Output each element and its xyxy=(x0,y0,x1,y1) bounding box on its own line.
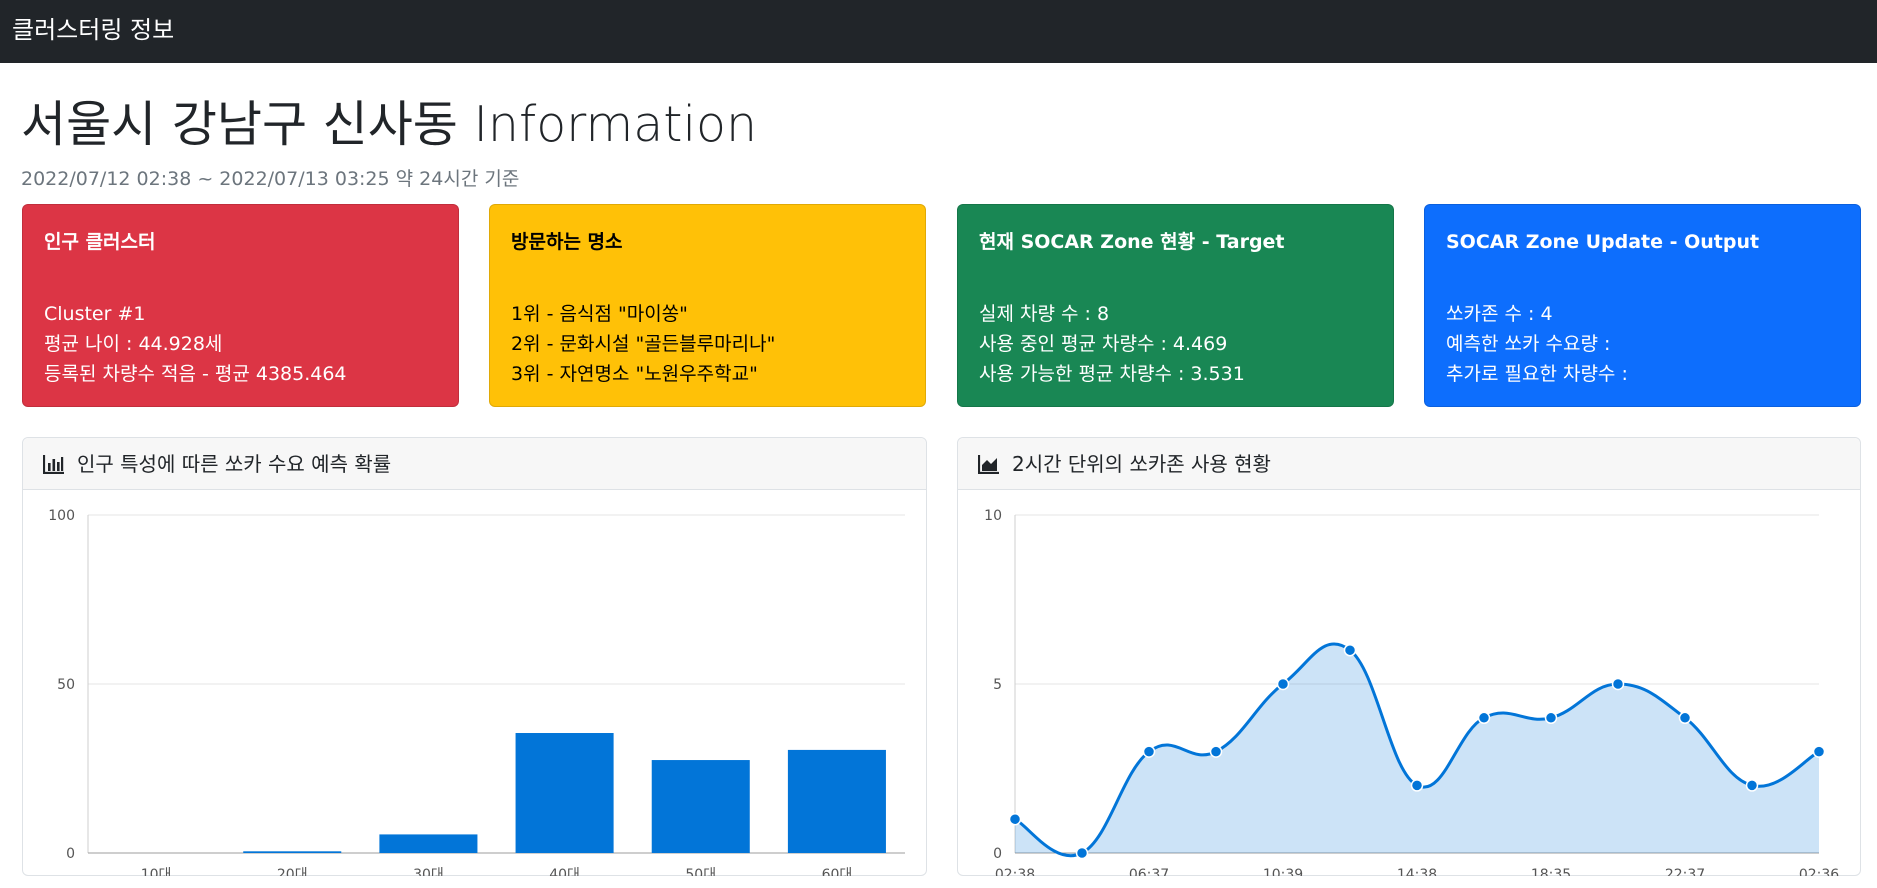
card-title: 현재 SOCAR Zone 현황 - Target xyxy=(979,231,1285,253)
x-tick-label: 20대 xyxy=(277,867,308,876)
age-demand-bar-chart: 0 50 100 10대 20대 30대 40대 50대 60대 xyxy=(48,508,905,876)
card-line: 쏘카존 수 : 4 xyxy=(1446,303,1553,325)
zone-usage-area-chart: 0 5 10 02:38 06:37 10:39 14:38 18:35 22:37 02:36 xyxy=(984,508,1839,876)
x-tick-label: 06:37 xyxy=(1129,867,1169,876)
time-range-subtitle: 2022/07/12 02:38 ~ 2022/07/13 03:25 약 24… xyxy=(21,168,520,190)
card-line: 예측한 쏘카 수요량 : xyxy=(1446,333,1611,355)
socar-zone-target-card: 현재 SOCAR Zone 현황 - Target 실제 차량 수 : 8 사용… xyxy=(957,204,1394,407)
visited-places-card: 방문하는 명소 1위 - 음식점 "마이쏭" 2위 - 문화시설 "골든블루마리… xyxy=(489,204,926,407)
y-tick-label: 10 xyxy=(984,508,1002,524)
data-point xyxy=(1678,711,1692,725)
x-tick-label: 02:38 xyxy=(995,867,1035,876)
bar xyxy=(379,834,478,853)
area-fill xyxy=(1015,643,1819,856)
card-body: 실제 차량 수 : 8 사용 중인 평균 차량수 : 4.469 사용 가능한 … xyxy=(979,299,1245,389)
socar-zone-output-card: SOCAR Zone Update - Output 쏘카존 수 : 4 예측한… xyxy=(1424,204,1861,407)
x-tick-label: 18:35 xyxy=(1531,867,1571,876)
card-line: 실제 차량 수 : 8 xyxy=(979,303,1110,325)
data-point xyxy=(1410,779,1424,792)
data-point xyxy=(1075,846,1089,860)
zone-usage-panel: 2시간 단위의 쏘카존 사용 현황 0 5 10 02:38 06:37 10:39 14:… xyxy=(957,437,1861,876)
bar xyxy=(243,851,342,853)
x-tick-label: 10:39 xyxy=(1263,867,1303,876)
card-line: 평균 나이 : 44.928세 xyxy=(44,333,223,355)
card-line: 추가로 필요한 차량수 : xyxy=(1446,363,1628,385)
card-line: 사용 중인 평균 차량수 : 4.469 xyxy=(979,333,1228,355)
y-tick-label: 5 xyxy=(993,677,1002,693)
x-tick-label: 10대 xyxy=(141,867,172,876)
panel-title: 인구 특성에 따른 쏘카 수요 예측 확률 xyxy=(77,452,392,476)
card-line: 2위 - 문화시설 "골든블루마리나" xyxy=(511,333,776,355)
data-point xyxy=(1276,677,1290,691)
data-point xyxy=(1745,779,1759,792)
x-tick-label: 02:36 xyxy=(1799,867,1839,876)
bar xyxy=(787,749,886,853)
y-tick-label: 0 xyxy=(66,846,75,862)
bar xyxy=(651,760,750,853)
card-body: 쏘카존 수 : 4 예측한 쏘카 수요량 : 추가로 필요한 차량수 : xyxy=(1446,299,1628,389)
panel-header: 2시간 단위의 쏘카존 사용 현황 xyxy=(958,438,1860,490)
data-point xyxy=(1343,643,1357,657)
data-point xyxy=(1209,745,1223,758)
card-body: Cluster #1 평균 나이 : 44.928세 등록된 차량수 적음 - … xyxy=(44,299,347,389)
card-line: 1위 - 음식점 "마이쏭" xyxy=(511,303,688,325)
demand-probability-panel: 인구 특성에 따른 쏘카 수요 예측 확률 0 50 100 10대 20대 30대 40대… xyxy=(22,437,927,876)
data-point xyxy=(1142,745,1156,758)
bar xyxy=(515,733,614,853)
x-tick-label: 30대 xyxy=(413,867,444,876)
population-cluster-card: 인구 클러스터 Cluster #1 평균 나이 : 44.928세 등록된 차… xyxy=(22,204,459,407)
card-title: 인구 클러스터 xyxy=(44,231,156,253)
top-navbar: 클러스터링 정보 xyxy=(0,0,1877,63)
card-title: SOCAR Zone Update - Output xyxy=(1446,231,1760,253)
data-point xyxy=(1544,711,1558,725)
x-tick-label: 22:37 xyxy=(1665,867,1705,876)
x-tick-label: 50대 xyxy=(685,867,716,876)
data-point xyxy=(1812,745,1826,758)
card-title: 방문하는 명소 xyxy=(511,231,623,253)
bar-chart-icon xyxy=(43,455,64,474)
y-tick-label: 100 xyxy=(48,508,75,524)
card-line: 등록된 차량수 적음 - 평균 4385.464 xyxy=(44,363,347,385)
card-body: 1위 - 음식점 "마이쏭" 2위 - 문화시설 "골든블루마리나" 3위 - … xyxy=(511,299,775,389)
card-line: 사용 가능한 평균 차량수 : 3.531 xyxy=(979,363,1245,385)
data-point xyxy=(1477,711,1491,725)
navbar-brand[interactable]: 클러스터링 정보 xyxy=(12,14,174,46)
panel-header: 인구 특성에 따른 쏘카 수요 예측 확률 xyxy=(23,438,926,490)
x-tick-label: 60대 xyxy=(822,867,853,876)
card-line: 3위 - 자연명소 "노원우주학교" xyxy=(511,363,758,385)
x-tick-label: 14:38 xyxy=(1397,867,1437,876)
page-title: 서울시 강남구 신사동 Information xyxy=(21,96,758,153)
data-point xyxy=(1008,812,1022,826)
y-tick-label: 50 xyxy=(57,677,75,693)
panel-title: 2시간 단위의 쏘카존 사용 현황 xyxy=(1012,452,1271,476)
data-point xyxy=(1611,677,1625,691)
card-line: Cluster #1 xyxy=(44,303,146,325)
area-chart-icon xyxy=(978,455,999,474)
x-tick-label: 40대 xyxy=(549,867,580,876)
y-tick-label: 0 xyxy=(993,846,1002,862)
